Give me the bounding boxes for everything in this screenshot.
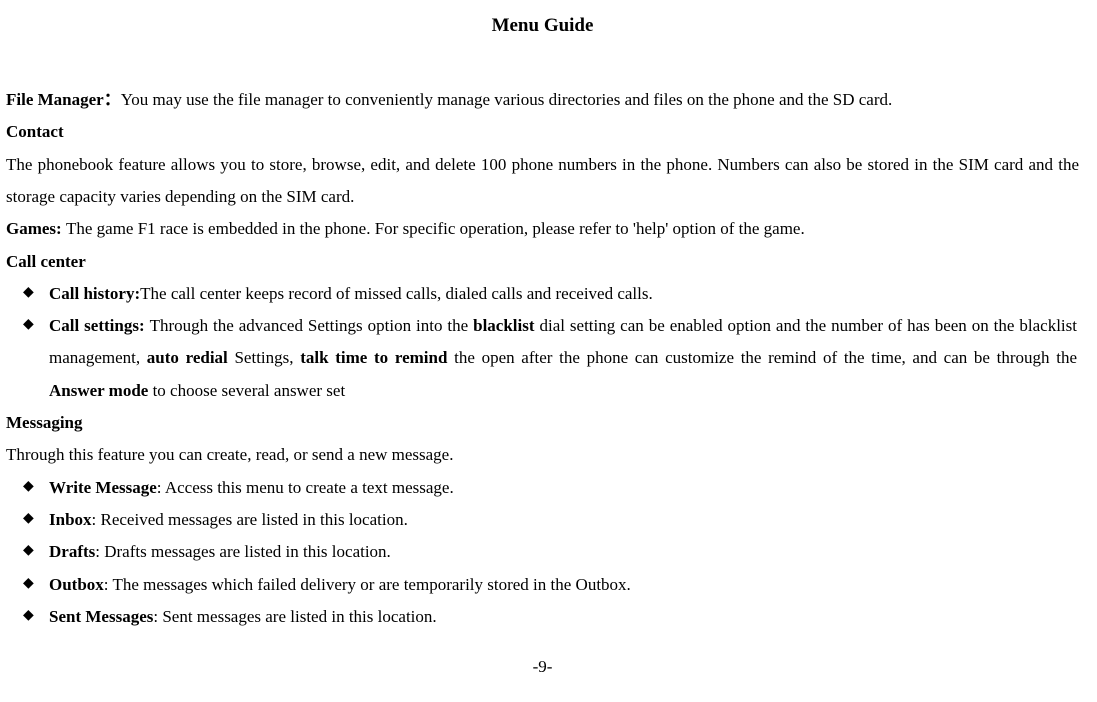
sent-messages-label: Sent Messages: [49, 607, 153, 626]
call-center-label: Call center: [6, 246, 1079, 278]
messaging-label: Messaging: [6, 407, 1079, 439]
messaging-label-bold: Messaging: [6, 413, 83, 432]
call-center-list: Call history:The call center keeps recor…: [6, 278, 1079, 407]
sent-messages-text: : Sent messages are listed in this locat…: [153, 607, 436, 626]
drafts-label: Drafts: [49, 542, 95, 561]
contact-label-bold: Contact: [6, 122, 64, 141]
games-label: Games:: [6, 219, 66, 238]
outbox-text: : The messages which failed delivery or …: [104, 575, 631, 594]
list-item: Drafts: Drafts messages are listed in th…: [49, 536, 1079, 568]
contact-label: Contact: [6, 116, 1079, 148]
call-settings-b4: Answer mode: [49, 381, 148, 400]
file-manager-label: File Manager：: [6, 90, 121, 109]
outbox-label: Outbox: [49, 575, 104, 594]
call-settings-b1: blacklist: [473, 316, 534, 335]
call-history-label: Call history:: [49, 284, 140, 303]
file-manager-paragraph: File Manager：You may use the file manage…: [6, 84, 1079, 116]
call-settings-b3: talk time to remind: [300, 348, 447, 367]
call-settings-label: Call settings:: [49, 316, 150, 335]
messaging-text: Through this feature you can create, rea…: [6, 439, 1079, 471]
contact-text: The phonebook feature allows you to stor…: [6, 149, 1079, 214]
drafts-text: : Drafts messages are listed in this loc…: [95, 542, 391, 561]
call-settings-post: to choose several answer set: [148, 381, 345, 400]
inbox-text: : Received messages are listed in this l…: [92, 510, 408, 529]
inbox-label: Inbox: [49, 510, 92, 529]
call-settings-b2: auto redial: [147, 348, 228, 367]
games-paragraph: Games: The game F1 race is embedded in t…: [6, 213, 1079, 245]
list-item: Outbox: The messages which failed delive…: [49, 569, 1079, 601]
list-item: Call settings: Through the advanced Sett…: [49, 310, 1079, 407]
page-number: -9-: [6, 651, 1079, 683]
write-message-label: Write Message: [49, 478, 157, 497]
file-manager-text: You may use the file manager to convenie…: [121, 90, 893, 109]
games-text: The game F1 race is embedded in the phon…: [66, 219, 805, 238]
call-history-text: The call center keeps record of missed c…: [140, 284, 653, 303]
call-settings-pre: Through the advanced Settings option int…: [150, 316, 474, 335]
call-settings-mid2: Settings,: [228, 348, 300, 367]
call-settings-mid3: the open after the phone can customize t…: [447, 348, 1077, 367]
list-item: Call history:The call center keeps recor…: [49, 278, 1079, 310]
list-item: Write Message: Access this menu to creat…: [49, 472, 1079, 504]
write-message-text: : Access this menu to create a text mess…: [157, 478, 454, 497]
page-title: Menu Guide: [6, 8, 1079, 44]
call-center-label-bold: Call center: [6, 252, 86, 271]
messaging-list: Write Message: Access this menu to creat…: [6, 472, 1079, 633]
list-item: Inbox: Received messages are listed in t…: [49, 504, 1079, 536]
list-item: Sent Messages: Sent messages are listed …: [49, 601, 1079, 633]
